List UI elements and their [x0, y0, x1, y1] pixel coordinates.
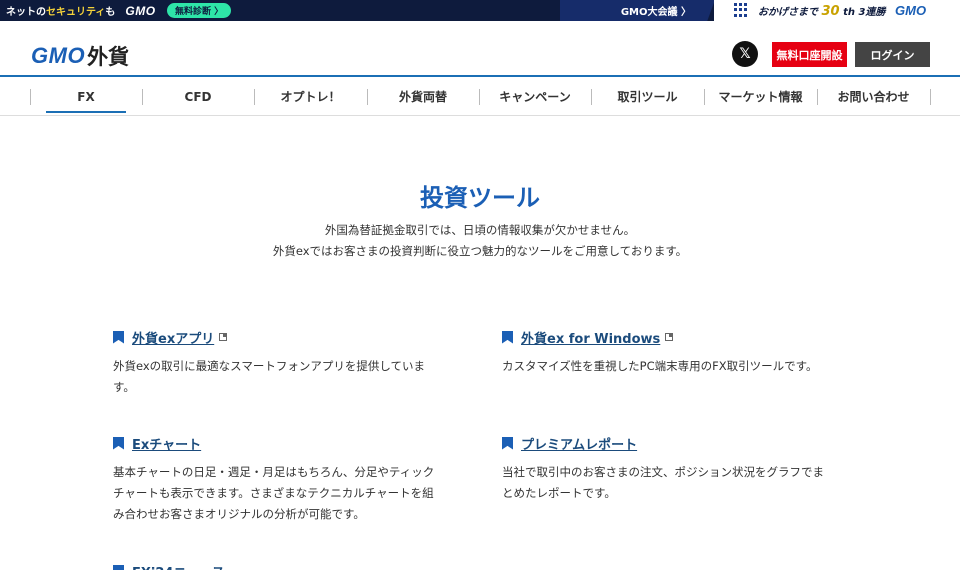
okage-suffix: th 3連勝 [843, 7, 886, 18]
tool-desc-windows: カスタマイズ性を重視したPC端末専用のFX取引ツールです。 [502, 359, 818, 373]
tool-link-app[interactable]: 外貨exアプリ [132, 328, 214, 347]
nav-item-cfd[interactable]: CFD [142, 79, 254, 114]
tool-card-fxi24-news: FXi24ニュース [113, 562, 463, 570]
page-title: 投資ツール [420, 184, 540, 212]
tool-card-windows: 外貨ex for Windows カスタマイズ性を重視したPC端末専用のFX取引… [502, 328, 852, 377]
x-social-icon[interactable]: 𝕏 [732, 41, 758, 67]
nav-item-market-info[interactable]: マーケット情報 [704, 79, 817, 114]
nav-item-campaign[interactable]: キャンペーン [479, 79, 591, 114]
nav-active-indicator [46, 111, 126, 113]
nav-item-fx[interactable]: FX [30, 79, 142, 114]
okage-number: 30 [821, 4, 840, 19]
security-promo-link[interactable]: ネットの セキュリティ も GMO [6, 0, 156, 21]
nav-item-contact[interactable]: お問い合わせ [817, 79, 930, 114]
nav-item-trading-tools[interactable]: 取引ツール [591, 79, 704, 114]
grid-menu-icon[interactable] [734, 3, 748, 17]
site-logo[interactable]: GMO 外貨 [31, 41, 129, 71]
logo-gaika: 外貨 [87, 45, 130, 69]
bookmark-icon [113, 436, 124, 450]
bookmark-icon [113, 330, 124, 344]
free-diagnosis-badge[interactable]: 無料診断 〉 [167, 3, 232, 18]
intro-line-2: 外貨exではお客さまの投資判断に役立つ魅力的なツールをご用意しております。 [272, 244, 688, 258]
intro-line-1: 外国為替証拠金取引では、日頃の情報収集が欠かせません。 [324, 223, 636, 237]
site-header: GMO 外貨 𝕏 無料口座開設 ログイン [0, 21, 960, 77]
gmo-taikai-link[interactable]: GMO大会議 〉 [560, 0, 715, 21]
login-button[interactable]: ログイン [855, 42, 930, 67]
anniversary-text: おかげさまで 30 th 3連勝 [758, 3, 885, 19]
tool-card-premium-report: プレミアムレポート 当社で取引中のお客さまの注文、ポジション状況をグラフでま と… [502, 434, 852, 504]
nav-item-currency-exchange[interactable]: 外貨両替 [367, 79, 479, 114]
tool-link-premium-report[interactable]: プレミアムレポート [521, 434, 637, 453]
tool-desc-app: 外貨exの取引に最適なスマートフォンアプリを提供していま す。 [113, 359, 425, 394]
promo-highlight: セキュリティ [46, 7, 106, 18]
promo-suffix: も [105, 7, 116, 18]
gmo-right-logo[interactable]: GMO [895, 3, 926, 18]
external-link-icon [665, 333, 674, 341]
okage-prefix: おかげさまで [758, 7, 818, 18]
global-nav: FX CFD オプトレ！ 外貨両替 キャンペーン 取引ツール マーケット情報 お… [0, 79, 960, 116]
gmo-group-area: おかげさまで 30 th 3連勝 GMO [714, 0, 960, 21]
logo-gmo: GMO [31, 43, 86, 68]
gmo-group-topbar: ネットの セキュリティ も GMO 無料診断 〉 GMO大会議 〉 おかげさまで… [0, 0, 960, 21]
nav-separator [930, 89, 931, 105]
tool-link-fxi24-news[interactable]: FXi24ニュース [132, 562, 225, 570]
promo-prefix: ネットの [6, 7, 46, 18]
tool-card-exchart: Exチャート 基本チャートの日足・週足・月足はもちろん、分足やティック チャート… [113, 434, 463, 525]
gmo-small-logo: GMO [125, 3, 156, 18]
bookmark-icon [502, 330, 513, 344]
external-link-icon [219, 333, 228, 341]
tool-desc-exchart: 基本チャートの日足・週足・月足はもちろん、分足やティック チャートも表示できます… [113, 465, 435, 521]
tool-card-app: 外貨exアプリ 外貨exの取引に最適なスマートフォンアプリを提供していま す。 [113, 328, 463, 398]
tool-desc-premium-report: 当社で取引中のお客さまの注文、ポジション状況をグラフでま とめたレポートです。 [502, 465, 824, 500]
nav-item-option-trade[interactable]: オプトレ！ [254, 79, 367, 114]
bookmark-icon [113, 564, 124, 570]
tool-link-exchart[interactable]: Exチャート [132, 434, 201, 453]
tool-link-windows[interactable]: 外貨ex for Windows [521, 328, 660, 347]
bookmark-icon [502, 436, 513, 450]
open-account-button[interactable]: 無料口座開設 [772, 42, 847, 67]
